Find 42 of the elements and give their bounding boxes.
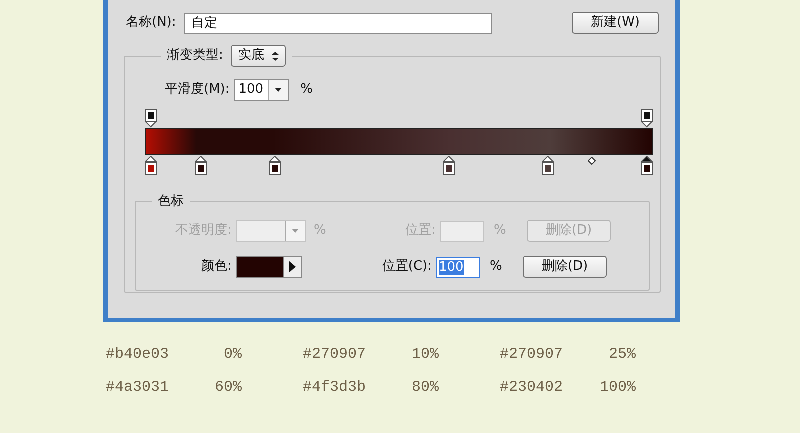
hex-code-text: #4a3031 [106, 378, 170, 398]
dropdown-arrow-icon[interactable] [274, 88, 282, 92]
color-stop-handle[interactable] [194, 156, 207, 175]
gradient-type-dropdown[interactable]: 实底 [231, 45, 286, 67]
field-label: 平滑度(M): [165, 81, 230, 100]
hex-code-text: #270907 [303, 345, 368, 365]
field-label: 不透明度: [174, 222, 232, 240]
percent-text: 0% [222, 345, 242, 365]
smoothness-dropdown[interactable]: 100 [234, 79, 289, 101]
percent-text: 80% [410, 378, 439, 398]
midpoint-diamond-icon[interactable] [588, 157, 596, 165]
new-button[interactable]: 新建(W) [572, 12, 659, 34]
color-stop-handle[interactable] [641, 156, 653, 175]
opacity-stop-handle[interactable] [145, 109, 157, 128]
color-stop-handle[interactable] [269, 156, 281, 175]
unit-label: % [300, 81, 313, 100]
opacity-stop-handle[interactable] [641, 109, 653, 128]
field-label: 位置(C): [381, 258, 432, 276]
hex-code-text: #270907 [500, 345, 564, 365]
color-swatch-button[interactable] [236, 256, 302, 278]
name-input-field[interactable]: 自定 [184, 12, 492, 34]
location-input-field[interactable]: 100 [436, 256, 480, 278]
percent-text: 25% [608, 345, 636, 365]
percent-text: 60% [214, 378, 242, 398]
spinner-icon [272, 52, 280, 60]
unit-label: % [493, 222, 508, 240]
percent-text: 100% [598, 378, 636, 398]
percent-text: 10% [410, 345, 439, 365]
hex-code-text: #4f3d3b [303, 378, 368, 398]
play-arrow-icon [289, 261, 296, 273]
color-stop-handle[interactable] [442, 156, 455, 175]
unit-label: % [489, 258, 504, 276]
color-stop-handle[interactable] [145, 156, 157, 175]
color-stop-handle[interactable] [542, 156, 554, 175]
hex-code-text: #b40e03 [106, 345, 170, 365]
field-label: 位置: [404, 222, 436, 240]
delete-button[interactable]: 删除(D) [523, 256, 607, 278]
field-label: 颜色: [200, 258, 232, 276]
field-label: 名称(N): [126, 14, 176, 32]
unit-label: % [313, 222, 328, 240]
hex-code-text: #230402 [500, 378, 564, 398]
field-label: 渐变类型: [167, 47, 224, 66]
